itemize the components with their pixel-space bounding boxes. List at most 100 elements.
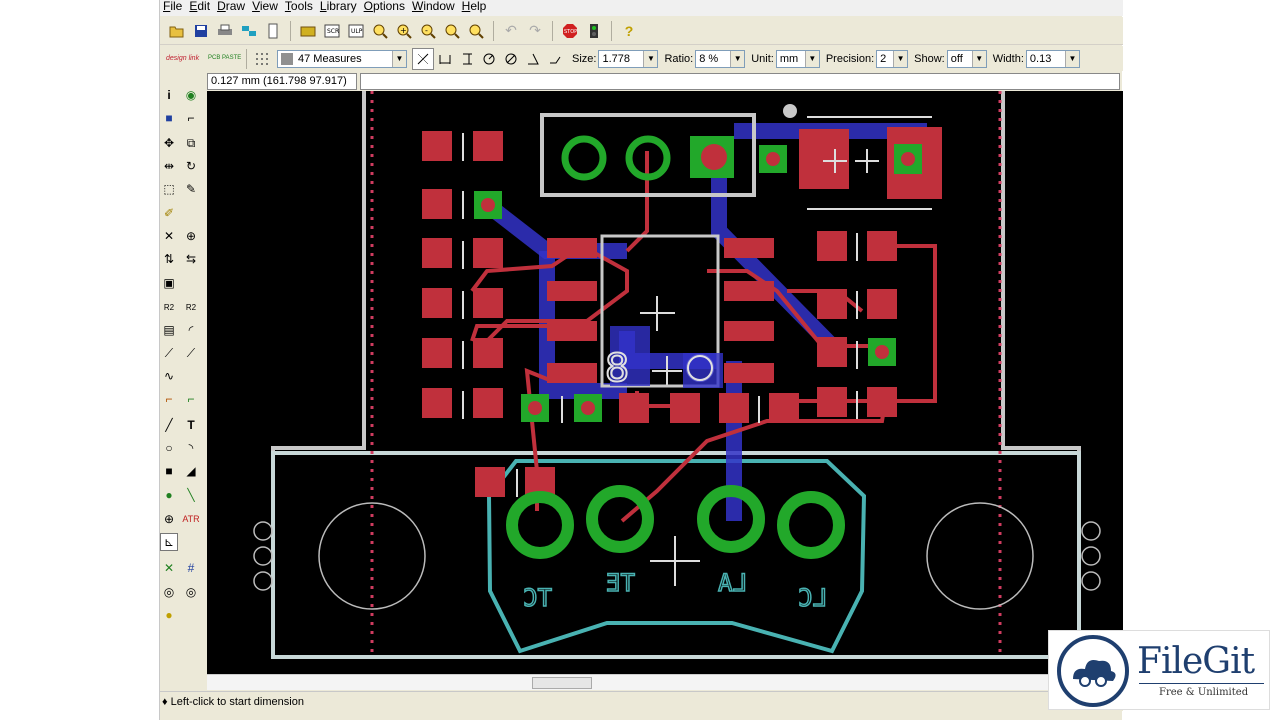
group-icon[interactable]: ⬚ (160, 180, 178, 198)
menu-library[interactable]: Library (317, 0, 361, 16)
print-icon[interactable] (214, 20, 236, 42)
lock-icon[interactable]: ▣ (160, 274, 178, 292)
ratio-value: 8 % (699, 52, 719, 65)
ripup-icon[interactable]: ⌐ (182, 390, 200, 408)
optimize-icon[interactable]: ⟋ (182, 344, 200, 362)
value-icon[interactable]: R2 (182, 298, 200, 316)
zoom-out-icon[interactable]: - (417, 20, 439, 42)
unit-label: Unit: (751, 52, 774, 65)
dimension-angle-icon[interactable] (522, 48, 544, 70)
replace-icon[interactable]: ⇆ (182, 250, 200, 268)
stop-icon[interactable]: STOP (559, 20, 581, 42)
width-input[interactable]: 0.13 ▼ (1025, 49, 1080, 68)
menu-help[interactable]: Help (459, 0, 491, 16)
svg-text:STOP: STOP (564, 29, 577, 35)
script-icon[interactable] (262, 20, 284, 42)
redo-icon[interactable]: ↷ (524, 20, 546, 42)
run-icon[interactable] (583, 20, 605, 42)
errors-icon[interactable]: ◎ (182, 583, 200, 601)
dimension-vertical-icon[interactable] (456, 48, 478, 70)
name-icon[interactable]: R2 (160, 298, 178, 316)
smash-icon[interactable]: ▤ (160, 321, 178, 339)
wire-icon[interactable]: ╱ (160, 416, 178, 434)
zoom-in-icon[interactable]: + (393, 20, 415, 42)
filegit-watermark: FileGit Free & Unlimited (1048, 630, 1270, 710)
help-icon[interactable]: ? (618, 20, 640, 42)
rotate-icon[interactable]: ↻ (182, 157, 200, 175)
command-input[interactable] (360, 73, 1120, 90)
menu-options[interactable]: Options (361, 0, 409, 16)
miter-icon[interactable]: ◜ (182, 321, 200, 339)
scrollbar-thumb[interactable] (532, 677, 592, 689)
attribute-icon[interactable]: ATR (182, 510, 200, 528)
grid-icon[interactable] (251, 48, 273, 70)
show-icon[interactable]: ◉ (182, 86, 200, 104)
signal-icon[interactable]: ╲ (182, 486, 200, 504)
unit-value: mm (779, 52, 799, 65)
dimension-radius-icon[interactable] (478, 48, 500, 70)
hole-icon[interactable]: ⊕ (160, 510, 178, 528)
via-icon[interactable]: ● (160, 486, 178, 504)
warning-icon[interactable]: ● (160, 606, 178, 624)
info-icon[interactable]: i (160, 86, 178, 104)
route-icon[interactable]: ⌐ (160, 390, 178, 408)
show-value: off (950, 52, 963, 65)
menu-draw[interactable]: Draw (214, 0, 249, 16)
ratsnest-icon[interactable]: ✕ (160, 559, 178, 577)
show-label: Show: (914, 52, 945, 65)
text-icon[interactable]: T (182, 416, 200, 434)
split-icon[interactable]: ⟋ (160, 344, 178, 362)
show-select[interactable]: off ▼ (946, 49, 987, 68)
undo-icon[interactable]: ↶ (500, 20, 522, 42)
change-icon[interactable]: ✎ (182, 180, 200, 198)
move-icon[interactable]: ✥ (160, 134, 178, 152)
menu-view[interactable]: View (249, 0, 282, 16)
ratio-input[interactable]: 8 % ▼ (695, 49, 746, 68)
dimension-icon[interactable]: ⊾ (160, 533, 178, 551)
paste-icon[interactable]: ✐ (160, 204, 178, 222)
menu-window[interactable]: Window (409, 0, 459, 16)
pcb-paste-logo[interactable]: PCB PASTE (208, 55, 242, 62)
menu-edit[interactable]: Edit (186, 0, 214, 16)
drc-icon[interactable]: ◎ (160, 583, 178, 601)
pinswap-icon[interactable]: ⇅ (160, 250, 178, 268)
rect-icon[interactable]: ■ (160, 462, 178, 480)
dimension-leader-icon[interactable] (544, 48, 566, 70)
zoom-redraw-icon[interactable] (441, 20, 463, 42)
polygon-icon[interactable]: ◢ (182, 462, 200, 480)
library-icon[interactable] (297, 20, 319, 42)
circle-icon[interactable]: ○ (160, 439, 178, 457)
dimension-diameter-icon[interactable] (500, 48, 522, 70)
layer-select[interactable]: 47 Measures ▼ (277, 49, 407, 68)
width-label: Width: (992, 52, 1024, 65)
zoom-select-icon[interactable] (465, 20, 487, 42)
arc-icon[interactable]: ◝ (182, 439, 200, 457)
mark-icon[interactable]: ⌐ (182, 109, 200, 127)
copy-icon[interactable]: ⧉ (182, 134, 200, 152)
mirror-icon[interactable]: ⇹ (160, 157, 178, 175)
board-canvas[interactable]: 8 TC TE LA LC (207, 91, 1123, 674)
dimension-aligned-icon[interactable] (412, 47, 434, 70)
open-icon[interactable] (166, 20, 188, 42)
menu-file[interactable]: File (160, 0, 186, 16)
autorouter-icon[interactable]: # (182, 559, 200, 577)
display-icon[interactable]: ■ (160, 109, 178, 127)
script-run-icon[interactable]: SCR (321, 20, 343, 42)
mount-hole-right (926, 502, 1034, 610)
precision-select[interactable]: 2 ▼ (876, 49, 909, 68)
add-icon[interactable]: ⊕ (182, 227, 200, 245)
size-value: 1.778 (602, 52, 630, 65)
menu-tools[interactable]: Tools (282, 0, 317, 16)
dimension-horizontal-icon[interactable] (434, 48, 456, 70)
delete-icon[interactable]: ✕ (160, 227, 178, 245)
ulp-icon[interactable]: ULP (345, 20, 367, 42)
save-icon[interactable] (190, 20, 212, 42)
meander-icon[interactable]: ∿ (160, 367, 178, 385)
size-input[interactable]: 1.778 ▼ (598, 49, 659, 68)
filegit-divider (1139, 683, 1264, 684)
cam-icon[interactable] (238, 20, 260, 42)
design-link-logo[interactable]: design link (166, 55, 204, 62)
horizontal-scrollbar[interactable] (207, 674, 1123, 690)
unit-select[interactable]: mm ▼ (775, 49, 820, 68)
zoom-fit-icon[interactable] (369, 20, 391, 42)
